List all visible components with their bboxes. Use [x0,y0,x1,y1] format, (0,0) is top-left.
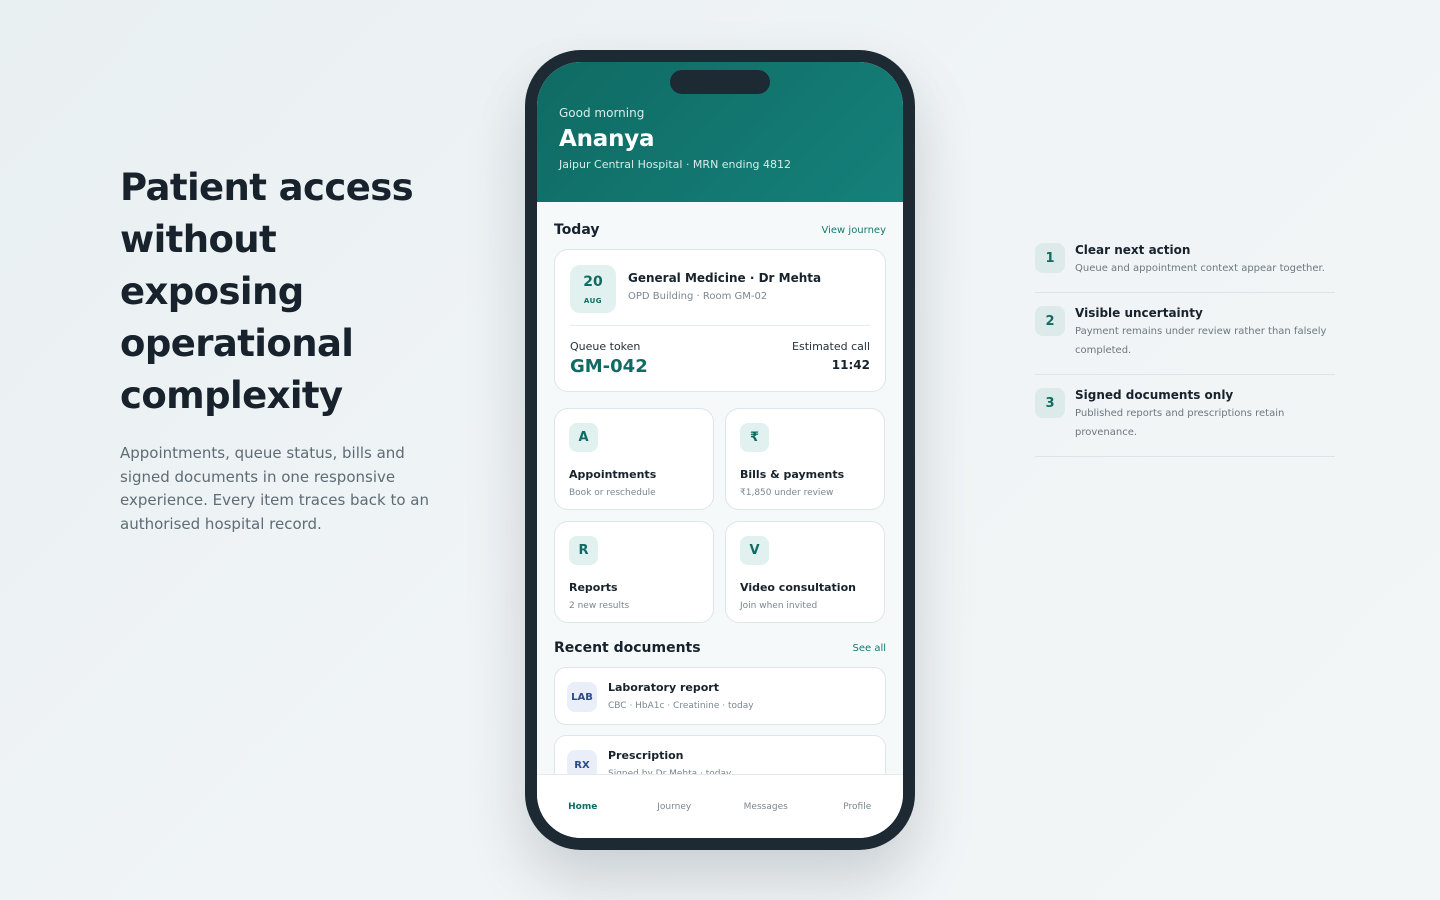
queue-token: GM-042 [570,356,648,377]
nav-journey[interactable]: Journey [634,802,714,812]
appointment-month: AUG [583,296,603,305]
appointment-date: 20 AUG [570,265,616,313]
tile-subtitle: ₹1,850 under review [740,488,834,498]
document-title: Laboratory report [608,681,719,694]
view-journey-link[interactable]: View journey [822,225,887,236]
see-all-link[interactable]: See all [852,643,886,654]
tile-subtitle: Join when invited [740,601,818,611]
estimated-call-block: Estimated call 11:42 [792,340,870,377]
documents-title: Recent documents [554,640,701,656]
nav-messages[interactable]: Messages [726,802,806,812]
feature-title: Signed documents only [1075,388,1234,402]
appointment-location: OPD Building · Room GM-02 [628,291,768,302]
hero-subtitle: Appointments, queue status, bills and si… [120,444,429,533]
reports-tile[interactable]: R Reports 2 new results [554,521,714,623]
queue-token-block: Queue token GM-042 [570,340,648,377]
tile-title: Reports [569,581,618,594]
estimated-call-label: Estimated call [792,340,870,353]
tile-subtitle: Book or reschedule [569,488,656,498]
greeting: Good morning [559,106,645,120]
feature-desc: Published reports and prescriptions reta… [1075,408,1285,438]
phone-screen: Good morning Ananya Jaipur Central Hospi… [537,62,903,838]
feature-text: Visible uncertainty Payment remains unde… [1065,306,1335,360]
today-title: Today [554,222,600,238]
phone-notch [670,70,770,94]
feature-text: Signed documents only Published reports … [1065,388,1335,442]
nav-home[interactable]: Home [543,802,623,812]
patient-meta: Jaipur Central Hospital · MRN ending 481… [559,158,792,171]
appointments-tile[interactable]: A Appointments Book or reschedule [554,408,714,510]
appointment-day: 20 [583,273,603,290]
feature-title: Visible uncertainty [1075,306,1203,320]
queue-token-label: Queue token [570,340,641,353]
feature-desc: Payment remains under review rather than… [1075,326,1327,356]
feature-item: 1 Clear next action Queue and appointmen… [1035,230,1335,293]
video-icon: V [740,536,769,565]
reports-icon: R [569,536,598,565]
feature-item: 3 Signed documents only Published report… [1035,375,1335,457]
feature-title: Clear next action [1075,243,1191,257]
bottom-nav: Home Journey Messages Profile [537,774,903,838]
lab-tag-icon: LAB [567,682,597,712]
document-item-lab[interactable]: LAB Laboratory report CBC · HbA1c · Crea… [554,667,886,725]
appointment-title: General Medicine · Dr Mehta [628,271,822,285]
feature-number: 3 [1035,388,1065,418]
estimated-call-time: 11:42 [831,358,870,372]
document-subtitle: CBC · HbA1c · Creatinine · today [608,701,754,711]
document-title: Prescription [608,749,684,762]
appointment-info: General Medicine · Dr Mehta OPD Building… [628,265,821,302]
patient-name: Ananya [559,126,655,152]
document-info: Laboratory report CBC · HbA1c · Creatini… [608,680,754,711]
nav-profile[interactable]: Profile [817,802,897,812]
documents-section-header: Recent documents See all [554,640,886,656]
feature-text: Clear next action Queue and appointment … [1065,243,1325,278]
feature-desc: Queue and appointment context appear tog… [1075,263,1325,274]
appointments-icon: A [569,423,598,452]
tile-title: Video consultation [740,581,856,594]
tile-subtitle: 2 new results [569,601,630,611]
phone-mockup: Good morning Ananya Jaipur Central Hospi… [525,50,915,850]
rupee-icon: ₹ [740,423,769,452]
bills-payments-tile[interactable]: ₹ Bills & payments ₹1,850 under review [725,408,885,510]
video-consultation-tile[interactable]: V Video consultation Join when invited [725,521,885,623]
feature-number: 2 [1035,306,1065,336]
feature-list: 1 Clear next action Queue and appointmen… [1035,230,1335,457]
hero: Patient access without exposing operatio… [120,162,460,536]
quick-actions-grid: A Appointments Book or reschedule ₹ Bill… [554,408,886,623]
tile-title: Bills & payments [740,468,845,481]
feature-number: 1 [1035,243,1065,273]
appointment-summary: 20 AUG General Medicine · Dr Mehta OPD B… [570,265,870,326]
appointment-card[interactable]: 20 AUG General Medicine · Dr Mehta OPD B… [554,249,886,392]
today-section-header: Today View journey [554,222,886,238]
feature-item: 2 Visible uncertainty Payment remains un… [1035,293,1335,375]
app-content: Today View journey 20 AUG General Medici… [537,202,903,793]
queue-info: Queue token GM-042 Estimated call 11:42 [570,340,870,377]
hero-title: Patient access without exposing operatio… [120,166,414,417]
tile-title: Appointments [569,468,657,481]
